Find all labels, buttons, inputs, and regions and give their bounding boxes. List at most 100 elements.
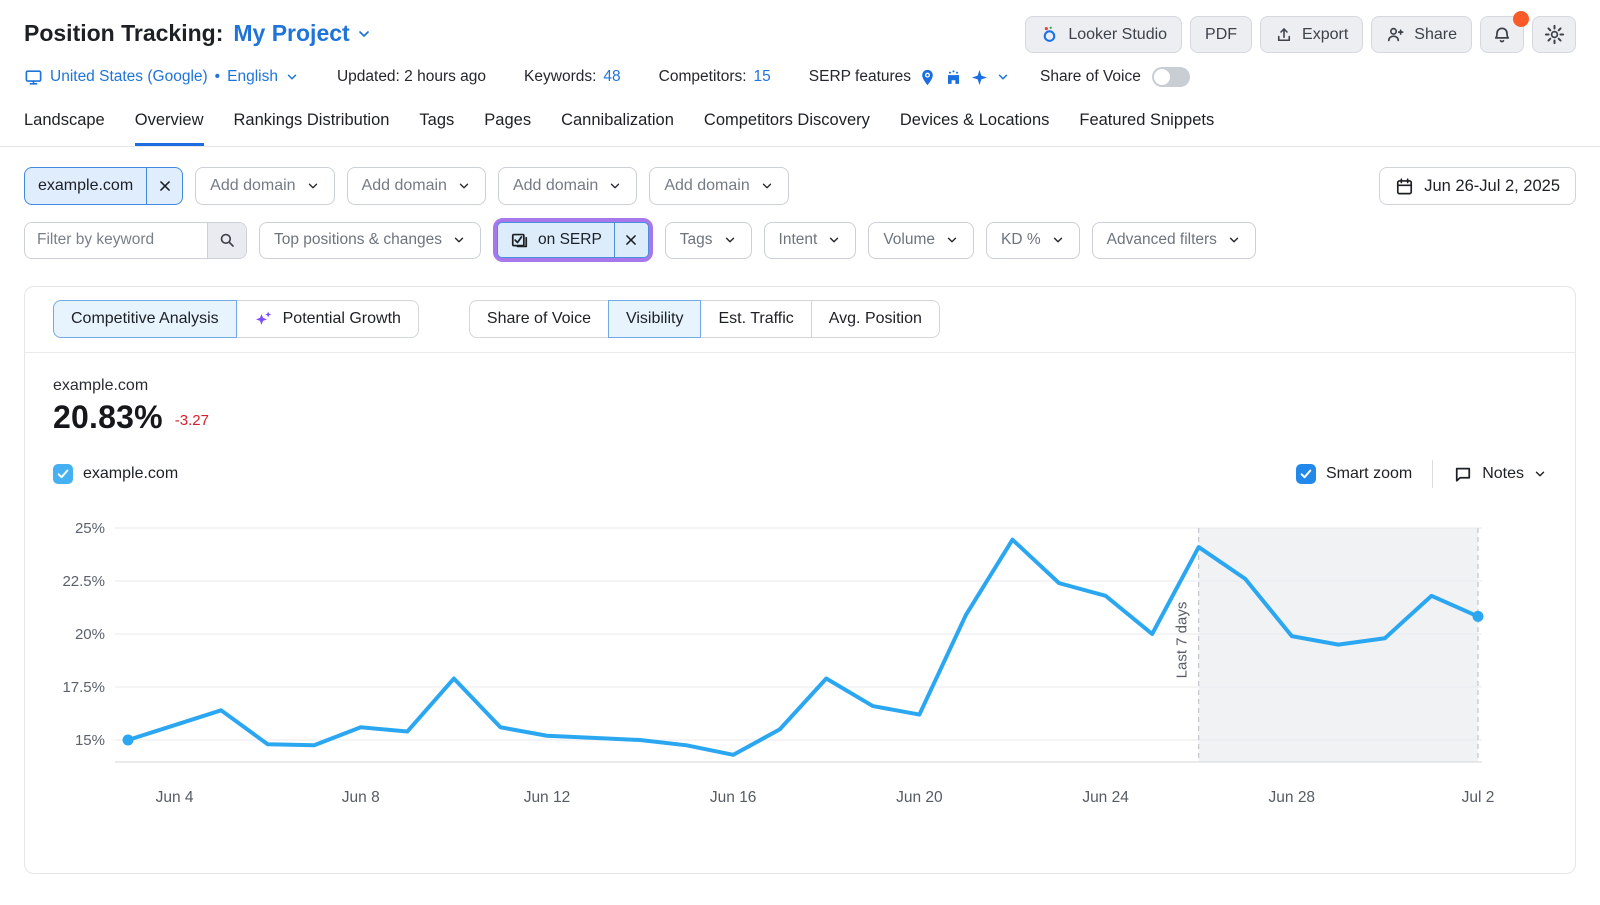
on-serp-remove-button[interactable] xyxy=(614,223,648,257)
date-range-button[interactable]: Jun 26-Jul 2, 2025 xyxy=(1379,167,1576,205)
ai-star-icon xyxy=(970,68,989,87)
share-of-voice-tab[interactable]: Share of Voice xyxy=(469,300,609,338)
language-label: English xyxy=(227,68,278,86)
visibility-chart[interactable]: 25%22.5%20%17.5%15%Last 7 daysJun 4Jun 8… xyxy=(53,510,1547,815)
svg-text:Jun 8: Jun 8 xyxy=(342,789,380,806)
kd-label: KD % xyxy=(1001,231,1041,249)
subheader: United States (Google) • English Updated… xyxy=(0,53,1600,87)
export-label: Export xyxy=(1302,26,1348,44)
tab-tags[interactable]: Tags xyxy=(419,111,454,146)
on-serp-filter-chip[interactable]: on SERP xyxy=(497,222,649,258)
intent-dropdown[interactable]: Intent xyxy=(764,222,857,259)
advanced-filters-dropdown[interactable]: Advanced filters xyxy=(1092,222,1256,259)
looker-studio-icon xyxy=(1040,25,1059,44)
tab-cannibalization[interactable]: Cannibalization xyxy=(561,111,674,146)
pdf-button[interactable]: PDF xyxy=(1190,16,1252,53)
vertical-divider xyxy=(1432,460,1433,488)
header: Position Tracking: My Project Looker Stu… xyxy=(0,0,1600,53)
add-domain-dropdown-4[interactable]: Add domain xyxy=(649,167,788,205)
share-of-voice-toggle[interactable] xyxy=(1152,67,1190,87)
visibility-tab[interactable]: Visibility xyxy=(608,300,702,338)
top-positions-dropdown[interactable]: Top positions & changes xyxy=(259,222,481,259)
check-icon xyxy=(56,467,70,481)
domain-chip-example[interactable]: example.com xyxy=(24,167,183,205)
project-name: My Project xyxy=(233,20,349,47)
chevron-down-icon xyxy=(827,233,841,247)
add-domain-dropdown-1[interactable]: Add domain xyxy=(195,167,334,205)
tab-featured-snippets[interactable]: Featured Snippets xyxy=(1079,111,1214,146)
potential-growth-label: Potential Growth xyxy=(283,310,401,328)
chevron-down-icon xyxy=(1051,233,1065,247)
location-language-selector[interactable]: United States (Google) • English xyxy=(24,68,299,87)
tags-dropdown[interactable]: Tags xyxy=(665,222,752,259)
svg-text:Jun 20: Jun 20 xyxy=(896,789,943,806)
legend-domain-label: example.com xyxy=(83,465,178,483)
keywords-count: Keywords: 48 xyxy=(524,68,621,86)
svg-text:Jun 16: Jun 16 xyxy=(710,789,757,806)
serp-features-label: SERP features xyxy=(809,68,911,86)
settings-button[interactable] xyxy=(1532,16,1576,53)
looker-studio-label: Looker Studio xyxy=(1068,26,1167,44)
looker-studio-button[interactable]: Looker Studio xyxy=(1025,16,1182,53)
notes-dropdown[interactable]: Notes xyxy=(1453,464,1547,484)
page-title-text: Position Tracking: xyxy=(24,20,223,47)
tab-devices-locations[interactable]: Devices & Locations xyxy=(900,111,1050,146)
est-traffic-tab[interactable]: Est. Traffic xyxy=(700,300,811,338)
project-selector[interactable]: My Project xyxy=(233,20,371,47)
potential-growth-button[interactable]: Potential Growth xyxy=(236,300,419,338)
calendar-icon xyxy=(1395,177,1414,196)
svg-text:Jun 28: Jun 28 xyxy=(1269,789,1316,806)
competitive-analysis-button[interactable]: Competitive Analysis xyxy=(53,300,237,338)
tab-pages[interactable]: Pages xyxy=(484,111,531,146)
add-domain-dropdown-3[interactable]: Add domain xyxy=(498,167,637,205)
keywords-value-link[interactable]: 48 xyxy=(603,68,620,86)
tab-overview[interactable]: Overview xyxy=(135,111,204,146)
volume-dropdown[interactable]: Volume xyxy=(868,222,974,259)
notifications-button[interactable] xyxy=(1480,16,1524,53)
pdf-label: PDF xyxy=(1205,26,1237,44)
tab-competitors-discovery[interactable]: Competitors Discovery xyxy=(704,111,870,146)
kd-dropdown[interactable]: KD % xyxy=(986,222,1080,259)
tab-rankings-distribution[interactable]: Rankings Distribution xyxy=(234,111,390,146)
legend-domain-item[interactable]: example.com xyxy=(53,464,178,484)
chart-canvas[interactable]: 25%22.5%20%17.5%15%Last 7 daysJun 4Jun 8… xyxy=(53,510,1547,810)
domain-chip-remove-button[interactable] xyxy=(146,168,182,204)
notes-label: Notes xyxy=(1482,465,1524,483)
chevron-down-icon xyxy=(608,179,622,193)
legend-checkbox[interactable] xyxy=(53,464,73,484)
smart-zoom-checkbox[interactable] xyxy=(1296,464,1316,484)
overview-card: Competitive Analysis Potential Growth Sh… xyxy=(24,286,1576,874)
main-tabs: Landscape Overview Rankings Distribution… xyxy=(0,87,1600,147)
chevron-down-icon xyxy=(1227,233,1241,247)
add-domain-dropdown-2[interactable]: Add domain xyxy=(347,167,486,205)
keyword-search-button[interactable] xyxy=(207,223,246,258)
chevron-down-icon xyxy=(306,179,320,193)
add-domain-label: Add domain xyxy=(513,177,598,195)
add-domain-label: Add domain xyxy=(362,177,447,195)
share-label: Share xyxy=(1414,26,1457,44)
chevron-down-icon xyxy=(452,233,466,247)
local-pack-building-icon xyxy=(944,68,963,87)
export-icon xyxy=(1275,26,1293,44)
keyword-filter-input[interactable] xyxy=(25,223,207,258)
competitors-value-link[interactable]: 15 xyxy=(754,68,771,86)
close-icon xyxy=(158,179,172,193)
sparkles-icon xyxy=(254,309,274,329)
gear-icon xyxy=(1544,24,1565,45)
avg-position-tab[interactable]: Avg. Position xyxy=(811,300,940,338)
position-tracking-page: Position Tracking: My Project Looker Stu… xyxy=(0,0,1600,905)
svg-text:15%: 15% xyxy=(75,732,105,749)
chart-legend-row: example.com Smart zoom Notes xyxy=(53,460,1547,488)
svg-text:25%: 25% xyxy=(75,520,105,537)
tab-landscape[interactable]: Landscape xyxy=(24,111,105,146)
keywords-label: Keywords: xyxy=(524,68,596,86)
share-button[interactable]: Share xyxy=(1371,16,1472,53)
smart-zoom-control[interactable]: Smart zoom xyxy=(1296,464,1412,484)
chevron-down-icon xyxy=(1533,467,1547,481)
serp-features-selector[interactable]: SERP features xyxy=(809,68,1010,87)
share-person-icon xyxy=(1386,25,1405,44)
top-positions-label: Top positions & changes xyxy=(274,231,442,249)
chevron-down-icon xyxy=(945,233,959,247)
export-button[interactable]: Export xyxy=(1260,16,1363,53)
metric-domain: example.com xyxy=(53,377,1547,395)
